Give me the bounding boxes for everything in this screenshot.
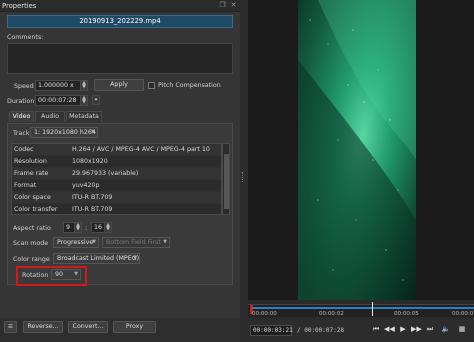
row-value: yuv420p: [72, 182, 100, 189]
duration-input[interactable]: 00:00:07:28: [35, 95, 81, 106]
close-icon[interactable]: ✕: [229, 1, 238, 10]
color-range-value: Broadcast Limited (MPEG): [57, 255, 140, 262]
row-key: Frame rate: [14, 170, 49, 177]
splitter-grip[interactable]: [242, 172, 245, 182]
track-label: Track: [13, 130, 30, 137]
skip-to-end-icon[interactable]: ⏭: [425, 325, 435, 334]
duration-spinner[interactable]: ▲ ▼: [80, 95, 88, 106]
playback-range-bar: [252, 307, 474, 309]
row-key: Format: [14, 182, 37, 189]
table-row[interactable]: Resolution 1080x1920: [12, 156, 221, 167]
row-key: Resolution: [14, 158, 47, 165]
rotation-value: 90: [55, 271, 64, 278]
ruler-tick-1: 00:00:02: [319, 311, 344, 317]
track-select[interactable]: 1: 1920x1080 h264 ▼: [30, 127, 98, 138]
rotation-select[interactable]: 90 ▼: [51, 269, 81, 280]
row-value: ITU-R BT.709: [72, 206, 113, 213]
color-range-select[interactable]: Broadcast Limited (MPEG) ▼: [53, 253, 140, 264]
menu-icon[interactable]: ≡: [4, 321, 17, 333]
chevron-down-icon: ▼: [92, 239, 96, 245]
comments-label: Comments:: [7, 34, 44, 41]
float-icon[interactable]: ❐: [218, 1, 227, 10]
video-frame-image: [298, 0, 420, 300]
file-name: 20190913_202229.mp4: [7, 15, 233, 28]
table-row[interactable]: Frame rate 29.967933 (variable): [12, 168, 221, 179]
row-value: 1080x1920: [72, 158, 108, 165]
convert-button[interactable]: Convert...: [68, 321, 108, 333]
ruler-tick-2: 00:00:05: [394, 311, 419, 317]
scan-mode-value: Progressive: [57, 239, 94, 246]
rotation-label: Rotation: [22, 272, 49, 279]
scan-mode-label: Scan mode: [13, 240, 49, 247]
row-value: H.264 / AVC / MPEG-4 AVC / MPEG-4 part 1…: [72, 146, 210, 153]
aspect-denominator-spinner[interactable]: ▲ ▼: [104, 222, 112, 233]
tab-audio[interactable]: Audio: [35, 111, 65, 122]
proxy-button[interactable]: Proxy: [113, 321, 156, 333]
row-key: Color transfer: [14, 206, 58, 213]
skip-to-start-icon[interactable]: ⏮: [371, 325, 381, 334]
fast-forward-icon[interactable]: ▶▶: [411, 325, 422, 333]
video-frame[interactable]: [298, 0, 420, 300]
ruler-tick-3: 00:00:0: [452, 311, 474, 317]
chevron-down-icon: ▼: [91, 129, 95, 135]
field-order-value: Bottom Field First: [106, 239, 161, 246]
total-duration: / 00:00:07:28: [297, 327, 344, 334]
speed-label: Speed: [14, 83, 34, 90]
ruler-tick-0: 00:00:00: [252, 311, 277, 317]
row-key: Codec: [14, 146, 34, 153]
aspect-denominator-input[interactable]: 16: [91, 222, 105, 233]
tab-video[interactable]: Video: [9, 111, 34, 122]
panel-titlebar: Properties ❐ ✕: [0, 0, 240, 12]
table-row[interactable]: Codec H.264 / AVC / MPEG-4 AVC / MPEG-4 p…: [12, 144, 221, 155]
panel-splitter[interactable]: [240, 0, 248, 342]
current-timecode-input[interactable]: 00:00:03:21: [250, 325, 293, 336]
grid-icon[interactable]: ▦: [457, 325, 467, 333]
chevron-down-icon: ▼: [133, 255, 137, 261]
table-row[interactable]: Color space ITU-R BT.709: [12, 192, 221, 203]
table-row[interactable]: Color transfer ITU-R BT.709: [12, 204, 221, 214]
speed-spinner[interactable]: ▲ ▼: [80, 80, 88, 91]
play-icon[interactable]: ▶: [398, 325, 408, 333]
speed-input[interactable]: 1.000000 x: [35, 80, 81, 91]
chevron-down-icon: ▼: [74, 271, 78, 277]
row-value: 29.967933 (variable): [72, 170, 139, 177]
panel-title: Properties: [2, 2, 37, 10]
volume-icon[interactable]: 🔈: [441, 325, 451, 333]
scan-mode-select[interactable]: Progressive ▼: [53, 237, 99, 248]
tab-metadata[interactable]: Metadata: [66, 111, 102, 122]
chevron-down-icon: ▼: [163, 239, 167, 245]
duration-label: Duration: [7, 98, 35, 105]
reverse-button[interactable]: Reverse...: [23, 321, 63, 333]
track-value: 1: 1920x1080 h264: [34, 129, 96, 136]
table-scrollbar[interactable]: [222, 143, 230, 215]
row-value: ITU-R BT.709: [72, 194, 113, 201]
color-range-label: Color range: [13, 256, 50, 263]
aspect-ratio-label: Aspect ratio: [13, 225, 51, 232]
timeline-ruler[interactable]: 00:00:00 00:00:02 00:00:05 00:00:0: [248, 302, 474, 317]
scrollbar-thumb[interactable]: [224, 154, 229, 209]
row-key: Color space: [14, 194, 51, 201]
field-order-select[interactable]: Bottom Field First ▼: [102, 237, 170, 248]
pitch-compensation-checkbox[interactable]: [148, 82, 155, 89]
aspect-numerator-spinner[interactable]: ▲ ▼: [74, 222, 82, 233]
media-properties-table: Codec H.264 / AVC / MPEG-4 AVC / MPEG-4 p…: [11, 143, 222, 215]
aspect-separator: :: [85, 225, 88, 232]
comments-field[interactable]: [7, 43, 233, 74]
pitch-compensation-label: Pitch Compensation: [158, 82, 221, 89]
timecode-menu-icon[interactable]: ▾: [92, 95, 100, 105]
apply-button[interactable]: Apply: [94, 79, 144, 91]
playhead[interactable]: [372, 302, 373, 316]
table-row[interactable]: Format yuv420p: [12, 180, 221, 191]
rewind-icon[interactable]: ◀◀: [384, 325, 395, 333]
